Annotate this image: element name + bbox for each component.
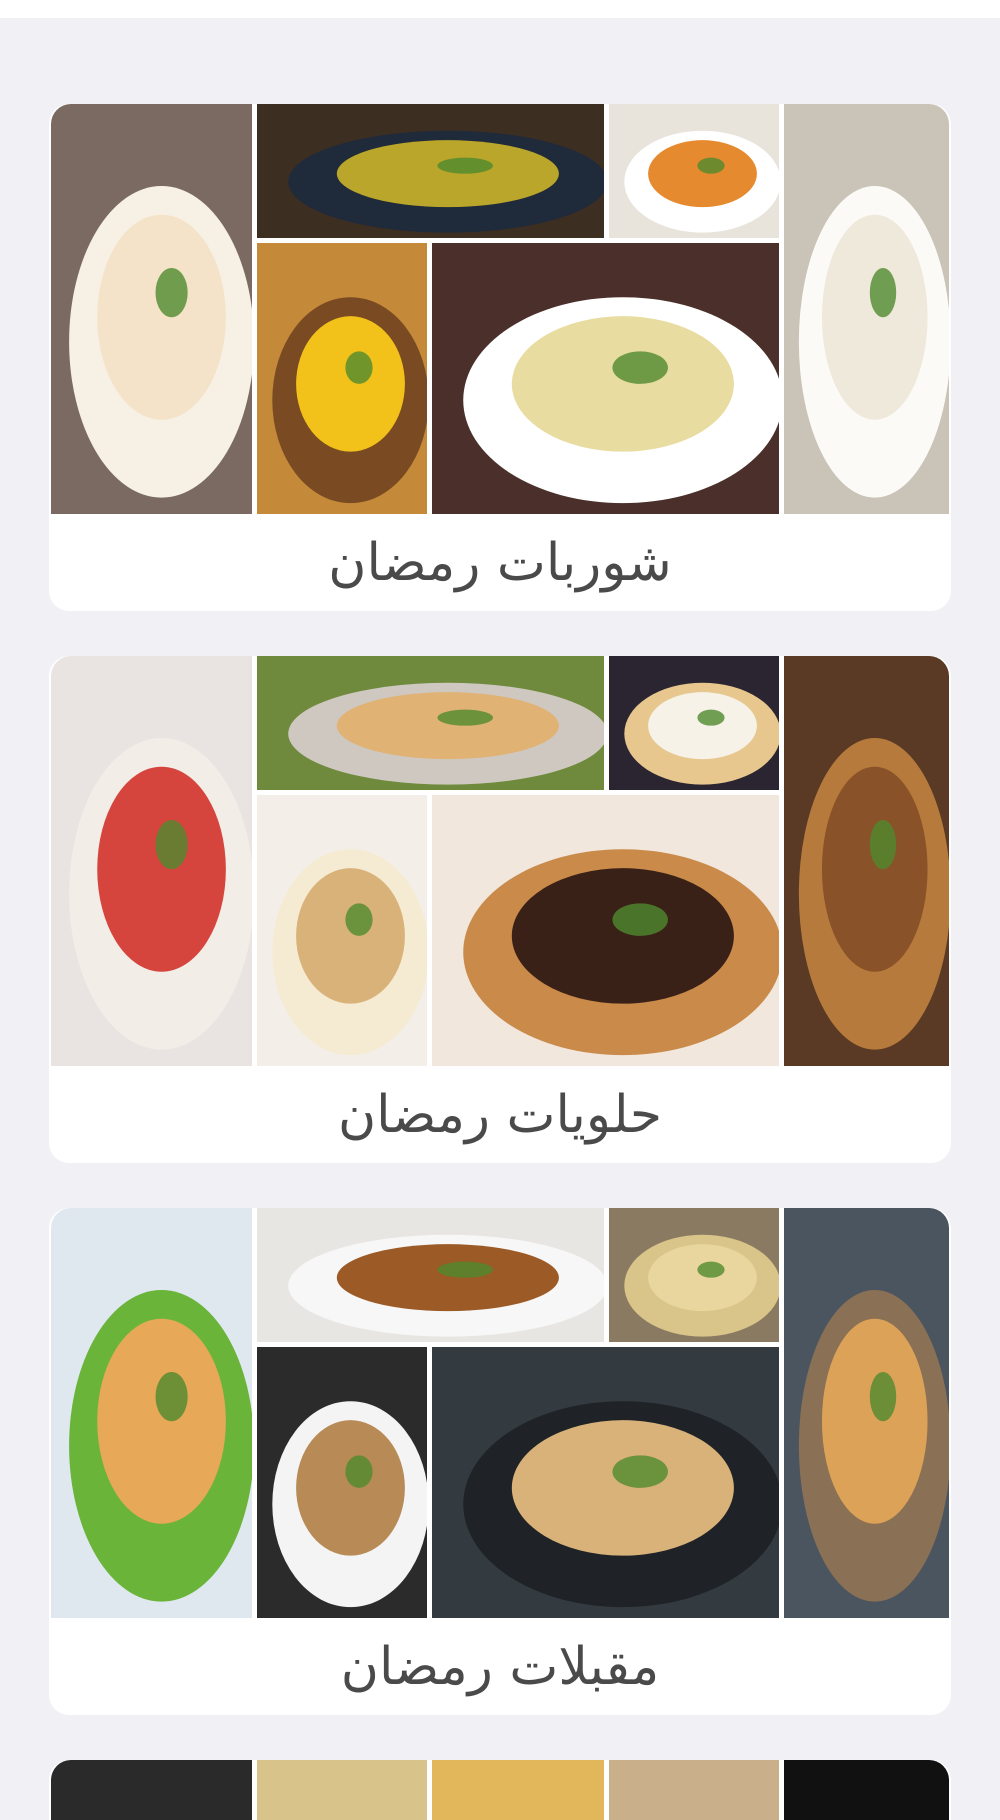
food-photo-bottom-large [432,243,779,514]
food-photo-top-right [609,656,779,790]
category-title: شوربات رمضان [328,532,672,593]
food-photo-top-center [257,104,604,238]
food-photo-bottom-small [257,243,427,514]
food-photo-right [784,656,949,1066]
category-title: حلويات رمضان [337,1084,663,1145]
category-collage [51,656,949,1066]
food-photo-right [784,104,949,514]
food-photo-partial [51,1760,252,1820]
food-photo-partial [257,1760,427,1820]
category-collage [51,104,949,514]
food-photo-partial [784,1760,949,1820]
status-bar-strip [0,0,1000,18]
food-photo-right [784,1208,949,1618]
food-photo-top-center [257,1208,604,1342]
food-photo-left [51,104,252,514]
food-photo-top-center [257,656,604,790]
food-photo-bottom-large [432,1347,779,1618]
category-title: مقبلات رمضان [340,1636,660,1697]
food-photo-top-right [609,104,779,238]
category-card-next-partial[interactable] [49,1760,951,1820]
category-collage-partial [51,1760,949,1820]
food-photo-partial [432,1760,604,1820]
category-card-appetizers[interactable]: مقبلات رمضان [49,1208,951,1715]
food-photo-bottom-large [432,795,779,1066]
food-photo-left [51,656,252,1066]
category-feed[interactable]: شوربات رمضان حلويات رمضان مقبلات رمضان [49,104,951,1820]
food-photo-bottom-small [257,795,427,1066]
category-card-desserts[interactable]: حلويات رمضان [49,656,951,1163]
category-collage [51,1208,949,1618]
food-photo-bottom-small [257,1347,427,1618]
food-photo-top-right [609,1208,779,1342]
category-card-soups[interactable]: شوربات رمضان [49,104,951,611]
food-photo-left [51,1208,252,1618]
food-photo-partial [609,1760,779,1820]
